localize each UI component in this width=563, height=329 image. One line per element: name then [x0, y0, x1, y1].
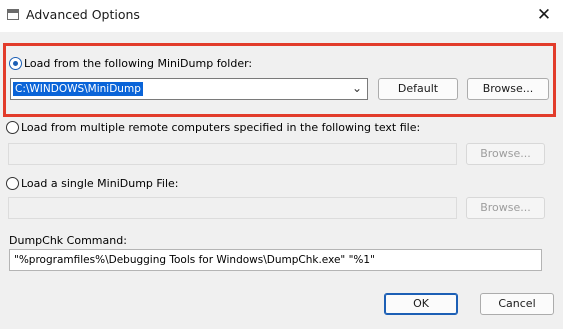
- single-file-field[interactable]: [8, 197, 457, 219]
- window-title: Advanced Options: [26, 7, 140, 22]
- title-bar: Advanced Options ✕: [0, 0, 563, 32]
- ok-button[interactable]: OK: [384, 293, 458, 315]
- minidump-folder-value[interactable]: C:\WINDOWS\MiniDump: [13, 82, 143, 96]
- cancel-button[interactable]: Cancel: [480, 293, 554, 315]
- dumpchk-label: DumpChk Command:: [9, 234, 127, 247]
- minidump-folder-combobox[interactable]: C:\WINDOWS\MiniDump ⌄: [10, 78, 368, 100]
- app-window-icon: [7, 9, 19, 20]
- default-button[interactable]: Default: [378, 78, 458, 100]
- remote-textfile-field[interactable]: [8, 143, 457, 165]
- radio-minidump-folder[interactable]: [9, 57, 22, 70]
- browse-folder-button[interactable]: Browse...: [467, 78, 549, 100]
- dumpchk-command-input[interactable]: "%programfiles%\Debugging Tools for Wind…: [9, 249, 542, 271]
- close-icon[interactable]: ✕: [531, 3, 557, 27]
- radio-remote-computers-label[interactable]: Load from multiple remote computers spec…: [21, 121, 420, 134]
- radio-minidump-folder-label[interactable]: Load from the following MiniDump folder:: [24, 57, 252, 70]
- browse-single-file-button[interactable]: Browse...: [466, 197, 545, 219]
- radio-single-file[interactable]: [6, 177, 19, 190]
- radio-single-file-label[interactable]: Load a single MiniDump File:: [21, 177, 179, 190]
- chevron-down-icon[interactable]: ⌄: [352, 81, 362, 95]
- browse-remote-button[interactable]: Browse...: [466, 143, 545, 165]
- radio-remote-computers[interactable]: [6, 121, 19, 134]
